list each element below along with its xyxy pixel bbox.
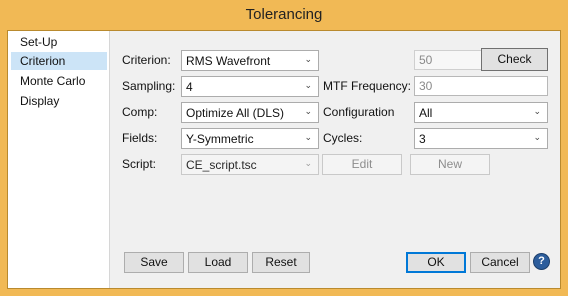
mtf-frequency-label: MTF Frequency: (323, 79, 412, 93)
criterion-dropdown[interactable]: RMS Wavefront ⌄ (181, 50, 319, 71)
fields-dropdown[interactable]: Y-Symmetric ⌄ (181, 128, 319, 149)
ok-button[interactable]: OK (406, 252, 466, 273)
fields-label: Fields: (122, 131, 158, 145)
sampling-dropdown[interactable]: 4 ⌄ (181, 76, 319, 97)
sidebar-item-display[interactable]: Display (11, 92, 107, 110)
sidebar-nav: Set-Up Criterion Monte Carlo Display (8, 31, 110, 288)
dialog-body: Set-Up Criterion Monte Carlo Display Cri… (7, 30, 561, 289)
save-button[interactable]: Save (124, 252, 184, 273)
chevron-down-icon: ⌄ (533, 132, 541, 142)
configuration-label: Configuration (323, 105, 395, 119)
chevron-down-icon: ⌄ (304, 158, 312, 168)
criterion-count-field[interactable]: 50 (414, 50, 482, 70)
sampling-label: Sampling: (122, 79, 176, 93)
chevron-down-icon: ⌄ (304, 106, 312, 116)
reset-button[interactable]: Reset (252, 252, 310, 273)
criterion-value: RMS Wavefront (186, 54, 271, 68)
sampling-value: 4 (186, 80, 193, 94)
mtf-frequency-field[interactable]: 30 (414, 76, 548, 96)
cycles-dropdown[interactable]: 3 ⌄ (414, 128, 548, 149)
sidebar-item-criterion[interactable]: Criterion (11, 52, 107, 70)
mtf-frequency-value: 30 (419, 79, 433, 93)
cycles-label: Cycles: (323, 131, 363, 145)
sidebar-item-monte-carlo[interactable]: Monte Carlo (11, 72, 107, 90)
comp-value: Optimize All (DLS) (186, 106, 285, 120)
cycles-value: 3 (419, 132, 426, 146)
sidebar-item-setup[interactable]: Set-Up (11, 33, 107, 51)
configuration-dropdown[interactable]: All ⌄ (414, 102, 548, 123)
check-button[interactable]: Check (481, 48, 548, 71)
edit-button[interactable]: Edit (322, 154, 402, 175)
title-bar[interactable]: Tolerancing (0, 0, 568, 30)
configuration-value: All (419, 106, 433, 120)
tolerancing-dialog: Tolerancing Set-Up Criterion Monte Carlo… (0, 0, 568, 296)
comp-label: Comp: (122, 105, 158, 119)
chevron-down-icon: ⌄ (304, 132, 312, 142)
load-button[interactable]: Load (188, 252, 248, 273)
criterion-count-value: 50 (419, 53, 433, 67)
fields-value: Y-Symmetric (186, 132, 254, 146)
chevron-down-icon: ⌄ (304, 80, 312, 90)
cancel-button[interactable]: Cancel (470, 252, 530, 273)
chevron-down-icon: ⌄ (533, 106, 541, 116)
script-label: Script: (122, 157, 157, 171)
script-value: CE_script.tsc (186, 158, 257, 172)
script-dropdown[interactable]: CE_script.tsc ⌄ (181, 154, 319, 175)
window-title: Tolerancing (245, 6, 323, 23)
criterion-label: Criterion: (122, 53, 171, 67)
comp-dropdown[interactable]: Optimize All (DLS) ⌄ (181, 102, 319, 123)
new-button[interactable]: New (410, 154, 490, 175)
help-icon[interactable]: ? (533, 253, 550, 270)
chevron-down-icon: ⌄ (304, 54, 312, 64)
